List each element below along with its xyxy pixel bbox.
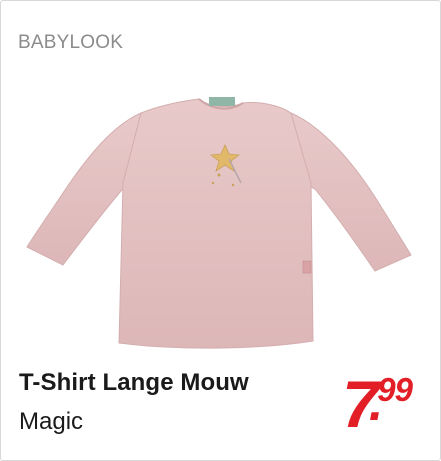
product-subtitle: Magic (19, 408, 84, 435)
brand-label: BABYLOOK (18, 32, 124, 53)
product-card[interactable]: BABYLOOK T-Shirt Lange Mouw Magic 7 . 99 (0, 0, 441, 461)
product-title: T-Shirt Lange Mouw (19, 369, 249, 396)
price-decimal: 99 (377, 371, 413, 408)
price-tag: 7 . 99 (342, 371, 413, 437)
pink-long-sleeve-shirt-icon (26, 97, 412, 349)
